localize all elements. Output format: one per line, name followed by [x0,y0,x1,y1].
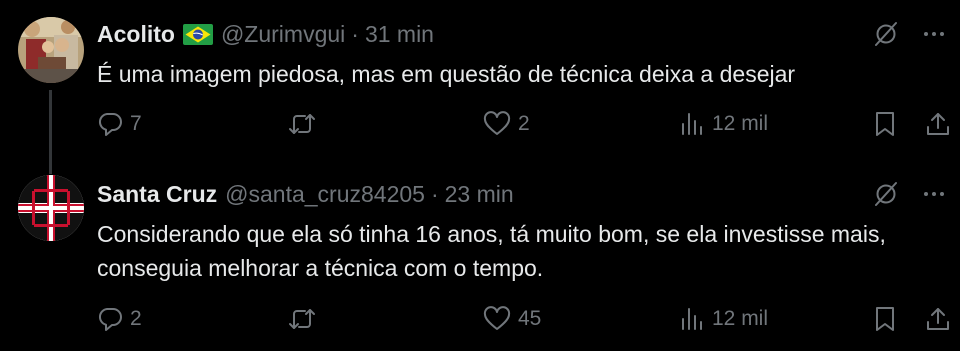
like-count: 2 [518,112,530,135]
views-icon [682,113,702,135]
avatar-cross-emblem [18,175,84,241]
share-button[interactable] [925,299,951,339]
author-handle[interactable]: @santa_cruz84205 [225,181,425,208]
bookmark-button[interactable] [872,104,898,144]
reply-icon [98,308,122,331]
avatar[interactable] [18,17,84,83]
heart-icon [483,111,511,135]
share-icon [927,308,949,330]
retweet-icon [289,114,315,134]
share-button[interactable] [925,104,951,144]
tweet-text: Considerando que ela só tinha 16 anos, t… [97,221,886,281]
tweet[interactable]: Santa Cruz @santa_cruz84205 · 23 min Con… [0,166,960,351]
views-icon [682,308,702,330]
reply-icon [98,113,122,136]
more-icon[interactable] [922,22,946,51]
reply-count: 7 [130,112,142,135]
tweet[interactable]: Acolito @Zurimvgui · 31 min É uma imagem… [0,0,960,174]
share-icon [927,113,949,135]
bookmark-icon [876,307,894,331]
heart-icon [483,306,511,330]
retweet-button[interactable] [287,299,323,339]
tweet-header: Santa Cruz @santa_cruz84205 · 23 min [97,179,514,209]
brazil-flag-icon [182,23,213,45]
retweet-icon [289,309,315,329]
more-icon[interactable] [922,182,946,211]
reply-button[interactable]: 7 [96,104,142,144]
views-button[interactable]: 12 mil [680,299,768,339]
bookmark-icon [876,112,894,136]
separator-dot: · [430,180,439,207]
grok-icon[interactable] [872,180,900,213]
views-count: 12 mil [712,112,769,135]
grok-icon[interactable] [872,20,900,53]
avatar-painting [18,17,84,83]
tweet-header: Acolito @Zurimvgui · 31 min [97,19,434,49]
like-button[interactable]: 45 [482,299,541,339]
like-count: 45 [518,307,542,330]
author-name[interactable]: Acolito [97,21,175,48]
reply-button[interactable]: 2 [96,299,142,339]
tweet-actions: 2 45 12 mil [0,299,960,339]
views-button[interactable]: 12 mil [680,104,768,144]
tweet-text: É uma imagem piedosa, mas em questão de … [97,61,796,87]
separator-dot: · [351,20,359,47]
retweet-button[interactable] [287,104,323,144]
author-handle[interactable]: @Zurimvgui [221,21,345,48]
tweet-top-actions [872,180,946,213]
tweet-actions: 7 2 12 mil [0,104,960,144]
like-button[interactable]: 2 [482,104,530,144]
timestamp[interactable]: 23 min [445,181,514,208]
reply-count: 2 [130,307,142,330]
bookmark-button[interactable] [872,299,898,339]
views-count: 12 mil [712,307,769,330]
author-name[interactable]: Santa Cruz [97,181,217,208]
timestamp[interactable]: 31 min [365,21,434,48]
avatar[interactable] [18,175,84,241]
tweet-top-actions [872,20,946,53]
